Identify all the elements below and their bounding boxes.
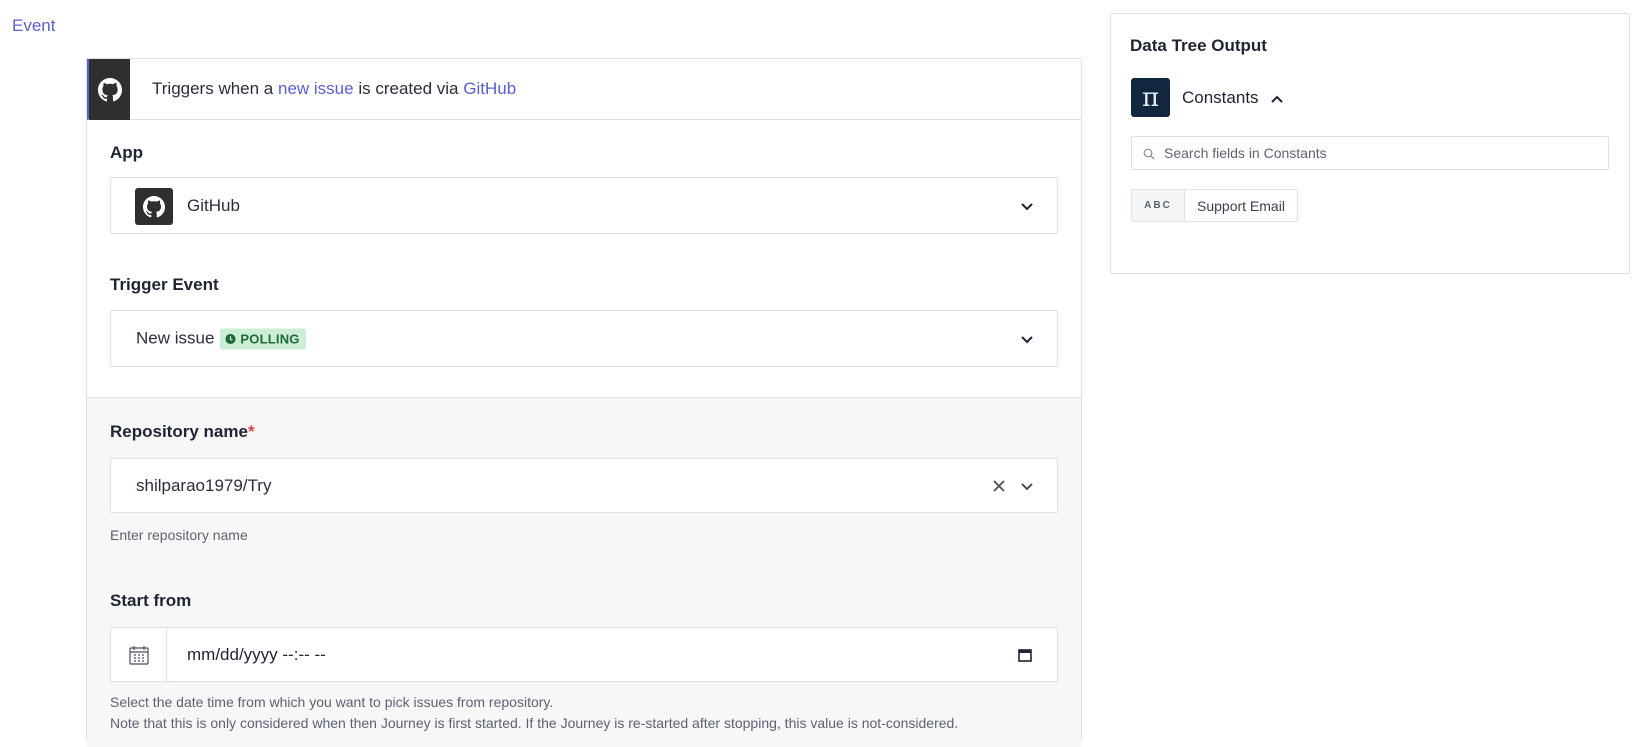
start-from-helper-1: Select the date time from which you want…: [110, 694, 554, 710]
event-config-panel: Triggers when a new issue is created via…: [86, 58, 1082, 747]
start-from-label: Start from: [110, 591, 192, 610]
action-fields-section: Repository name* shilparao1979/Try Enter…: [87, 397, 1081, 747]
start-from-datetime-input[interactable]: mm/dd/yyyy --:-- --: [110, 627, 1058, 682]
repository-select[interactable]: shilparao1979/Try: [110, 458, 1058, 513]
chevron-up-icon[interactable]: [1269, 92, 1285, 108]
clear-icon[interactable]: [991, 478, 1007, 494]
app-value: GitHub: [187, 195, 240, 215]
constants-search: [1131, 136, 1609, 170]
trigger-middle: is created via: [358, 79, 459, 98]
chevron-down-icon[interactable]: [1019, 198, 1035, 214]
calendar-icon[interactable]: [1017, 647, 1033, 663]
event-tab[interactable]: Event: [12, 16, 55, 36]
field-name: Support Email: [1197, 197, 1285, 214]
data-tree-title: Data Tree Output: [1130, 36, 1267, 55]
repository-value: shilparao1979/Try: [136, 475, 272, 495]
trigger-prefix: Triggers when a: [152, 79, 274, 98]
repository-label: Repository name*: [110, 422, 255, 442]
trigger-event-label: Trigger Event: [110, 275, 219, 294]
trigger-summary-bar: Triggers when a new issue is created via…: [87, 59, 1081, 120]
start-from-helper-2: Note that this is only considered when t…: [110, 715, 959, 731]
clock-icon: [225, 333, 236, 344]
trigger-event-value: New issue: [136, 328, 215, 348]
field-type-badge: ABC: [1132, 190, 1185, 221]
pi-icon: π: [1131, 78, 1170, 117]
trigger-event-select[interactable]: New issue POLLING: [110, 310, 1058, 367]
chevron-down-icon[interactable]: [1019, 331, 1035, 347]
repository-label-text: Repository name: [110, 422, 248, 441]
search-icon: [1143, 148, 1155, 160]
required-mark: *: [247, 422, 255, 441]
constants-search-input[interactable]: [1164, 137, 1604, 169]
constants-label[interactable]: Constants: [1182, 88, 1259, 108]
new-issue-link[interactable]: new issue: [278, 79, 354, 98]
chevron-down-icon[interactable]: [1019, 478, 1035, 494]
polling-badge: POLLING: [220, 328, 306, 349]
repository-helper: Enter repository name: [110, 527, 248, 543]
trigger-event-value-wrap: New issue POLLING: [136, 328, 306, 349]
start-from-value: mm/dd/yyyy --:-- --: [187, 644, 326, 664]
trigger-summary-text: Triggers when a new issue is created via…: [152, 79, 516, 99]
data-tree-panel: Data Tree Output π Constants ABC Support…: [1110, 13, 1630, 274]
github-link[interactable]: GitHub: [463, 79, 516, 98]
datetime-icon: [111, 628, 167, 681]
field-chip-support-email[interactable]: ABC Support Email: [1131, 189, 1298, 222]
github-icon: [89, 59, 130, 120]
app-label: App: [110, 143, 144, 162]
github-icon: [135, 188, 173, 225]
polling-badge-text: POLLING: [240, 331, 300, 346]
app-select[interactable]: GitHub: [110, 177, 1058, 234]
